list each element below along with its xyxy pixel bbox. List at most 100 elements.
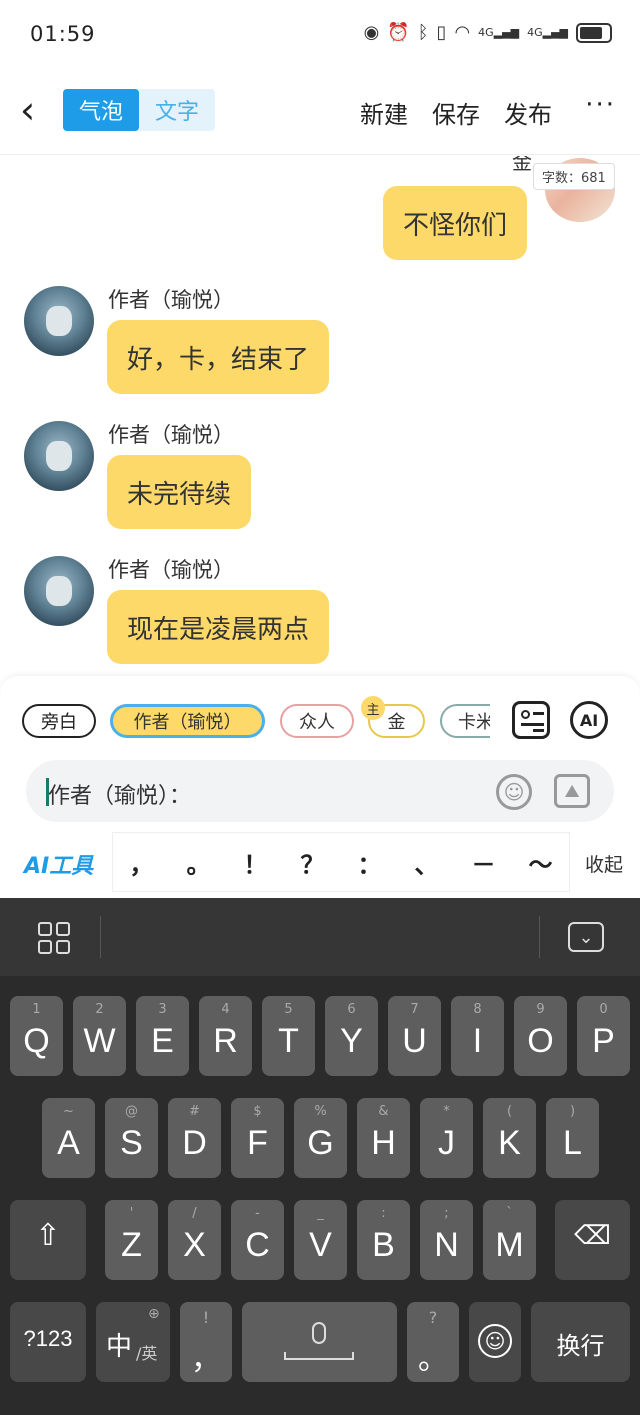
message-sender-name: 作者（瑜悦） <box>108 288 234 312</box>
key-i[interactable]: 8I <box>451 996 504 1076</box>
hide-keyboard-icon[interactable]: ⌄ <box>568 922 604 952</box>
role-chip-narrator[interactable]: 旁白 <box>22 704 96 738</box>
key-label: X <box>183 1226 206 1264</box>
emoji-icon[interactable]: ☺ <box>496 774 532 810</box>
avatar[interactable] <box>24 286 94 356</box>
key-k[interactable]: (K <box>483 1098 536 1178</box>
key-j[interactable]: * J <box>420 1098 473 1178</box>
main-role-badge: 主 <box>361 696 385 720</box>
punct-dash[interactable]: － <box>472 845 496 880</box>
key-q[interactable]: 1Q <box>10 996 63 1076</box>
key-label: N <box>434 1226 459 1264</box>
key-x[interactable]: / X <box>168 1200 221 1280</box>
key-label: Q <box>23 1022 50 1060</box>
key-secondary-label: 3 <box>158 1002 167 1017</box>
role-chip-author[interactable]: 作者（瑜悦） <box>110 704 265 738</box>
key-shift[interactable]: ⇧ <box>10 1200 86 1280</box>
key-num-switch[interactable]: ?123 <box>10 1302 86 1382</box>
role-chip-crowd[interactable]: 众人 <box>280 704 354 738</box>
punct-comma[interactable]: ， <box>130 845 154 880</box>
key-l[interactable]: ) L <box>546 1098 599 1178</box>
save-button[interactable]: 保存 <box>432 95 480 130</box>
message-bubble[interactable]: 现在是凌晨两点 <box>107 590 330 664</box>
key-comma[interactable]: ! ， <box>180 1302 232 1382</box>
message-input-value: 作者（瑜悦）： <box>48 784 192 809</box>
key-s[interactable]: @ S <box>105 1098 158 1178</box>
keyboard: ⌄ 1 Q 2 W 3 E 4 R 5 T 6 Y 7 U 8 I 9 O 0 P ~ A @ S # D $ F% G & H * J(K) L… <box>0 898 640 1415</box>
message-bubble-right[interactable]: 不怪你们 <box>383 186 528 260</box>
key-t[interactable]: 5T <box>262 996 315 1076</box>
more-icon[interactable]: ··· <box>585 90 616 120</box>
key-label: B <box>372 1226 395 1264</box>
tab-text[interactable]: 文字 <box>139 89 215 131</box>
key-c[interactable]: -C <box>231 1200 284 1280</box>
new-button[interactable]: 新建 <box>360 95 408 130</box>
avatar[interactable] <box>24 556 94 626</box>
keyboard-menu-icon[interactable] <box>38 922 70 954</box>
role-chip-kami[interactable]: 卡米 <box>440 704 490 738</box>
tab-bubble[interactable]: 气泡 <box>63 89 139 131</box>
key-u[interactable]: 7U <box>388 996 441 1076</box>
key-d[interactable]: # D <box>168 1098 221 1178</box>
key-secondary-label: 1 <box>32 1002 41 1017</box>
tool-row: AI工具 ， 。 ！ ？ ： 、 － ～ 收起 <box>0 832 640 892</box>
punctuation-bar: ， 。 ！ ？ ： 、 － ～ <box>112 832 570 892</box>
key-emoji[interactable]: ☺ <box>469 1302 521 1382</box>
key-v[interactable]: _ V <box>294 1200 347 1280</box>
eye-icon: ◉ <box>363 22 380 43</box>
role-card-icon[interactable] <box>512 701 550 739</box>
key-p[interactable]: 0P <box>577 996 630 1076</box>
ai-button[interactable]: AI <box>570 701 608 739</box>
publish-button[interactable]: 发布 <box>504 95 552 130</box>
key-f[interactable]: $ F <box>231 1098 284 1178</box>
punct-period[interactable]: 。 <box>187 845 211 880</box>
microphone-icon <box>312 1322 326 1344</box>
key-z[interactable]: ' Z <box>105 1200 158 1280</box>
key-enter[interactable]: 换行 <box>531 1302 630 1382</box>
key-a[interactable]: ~ A <box>42 1098 95 1178</box>
message-bubble[interactable]: 好，卡，结束了 <box>107 320 330 394</box>
key-w[interactable]: 2W <box>73 996 126 1076</box>
key-r[interactable]: 4R <box>199 996 252 1076</box>
message-input[interactable]: 作者（瑜悦）： ☺ ⛰ <box>26 760 614 822</box>
back-arrow-icon[interactable]: ‹ <box>20 88 35 132</box>
key-g[interactable]: % G <box>294 1098 347 1178</box>
key-label: M <box>495 1226 524 1264</box>
punct-question[interactable]: ？ <box>301 845 325 880</box>
key-o[interactable]: 9O <box>514 996 567 1076</box>
image-icon[interactable]: ⛰ <box>554 774 590 808</box>
message-sender-name: 金 <box>512 156 532 174</box>
punct-colon[interactable]: ： <box>358 845 382 880</box>
bluetooth-icon: ᛒ <box>417 22 429 43</box>
avatar[interactable] <box>24 421 94 491</box>
compose-panel: 旁白 作者（瑜悦） 众人 金 卡米 AI 作者（瑜悦）： ☺ ⛰ AI工具 ， … <box>0 676 640 898</box>
chat-area[interactable]: 金 字数：681 不怪你们 作者（瑜悦） 好，卡，结束了 作者（瑜悦） 未完待续… <box>0 156 640 676</box>
key-label: L <box>563 1124 582 1162</box>
punct-pause[interactable]: 、 <box>415 845 439 880</box>
punct-tilde[interactable]: ～ <box>529 845 553 880</box>
battery-icon <box>576 22 612 43</box>
key-e[interactable]: 3E <box>136 996 189 1076</box>
key-secondary-label: ) <box>569 1104 576 1119</box>
emoji-icon: ☺ <box>478 1324 512 1358</box>
key-y[interactable]: 6Y <box>325 996 378 1076</box>
key-space[interactable] <box>242 1302 397 1382</box>
punct-exclaim[interactable]: ！ <box>244 845 268 880</box>
key-label: R <box>213 1022 238 1060</box>
message-bubble[interactable]: 未完待续 <box>107 455 252 529</box>
key-period[interactable]: ? 。 <box>407 1302 459 1382</box>
key-n[interactable]: ; N <box>420 1200 473 1280</box>
signal-icon-2: 4G▂▄▆ <box>527 26 568 39</box>
collapse-button[interactable]: 收起 <box>585 850 623 877</box>
key-secondary-label: _ <box>317 1206 324 1221</box>
key-m[interactable]: ` M <box>483 1200 536 1280</box>
key-label: W <box>83 1022 116 1060</box>
key-h[interactable]: & H <box>357 1098 410 1178</box>
key-backspace[interactable]: ⌫ <box>555 1200 630 1280</box>
key-lang-switch[interactable]: ⊕ 中 /英 <box>96 1302 170 1382</box>
key-label: Z <box>121 1226 142 1264</box>
ai-tools-button[interactable]: AI工具 <box>24 848 93 880</box>
key-label: H <box>371 1124 396 1162</box>
key-label: A <box>57 1124 80 1162</box>
key-b[interactable]: :B <box>357 1200 410 1280</box>
